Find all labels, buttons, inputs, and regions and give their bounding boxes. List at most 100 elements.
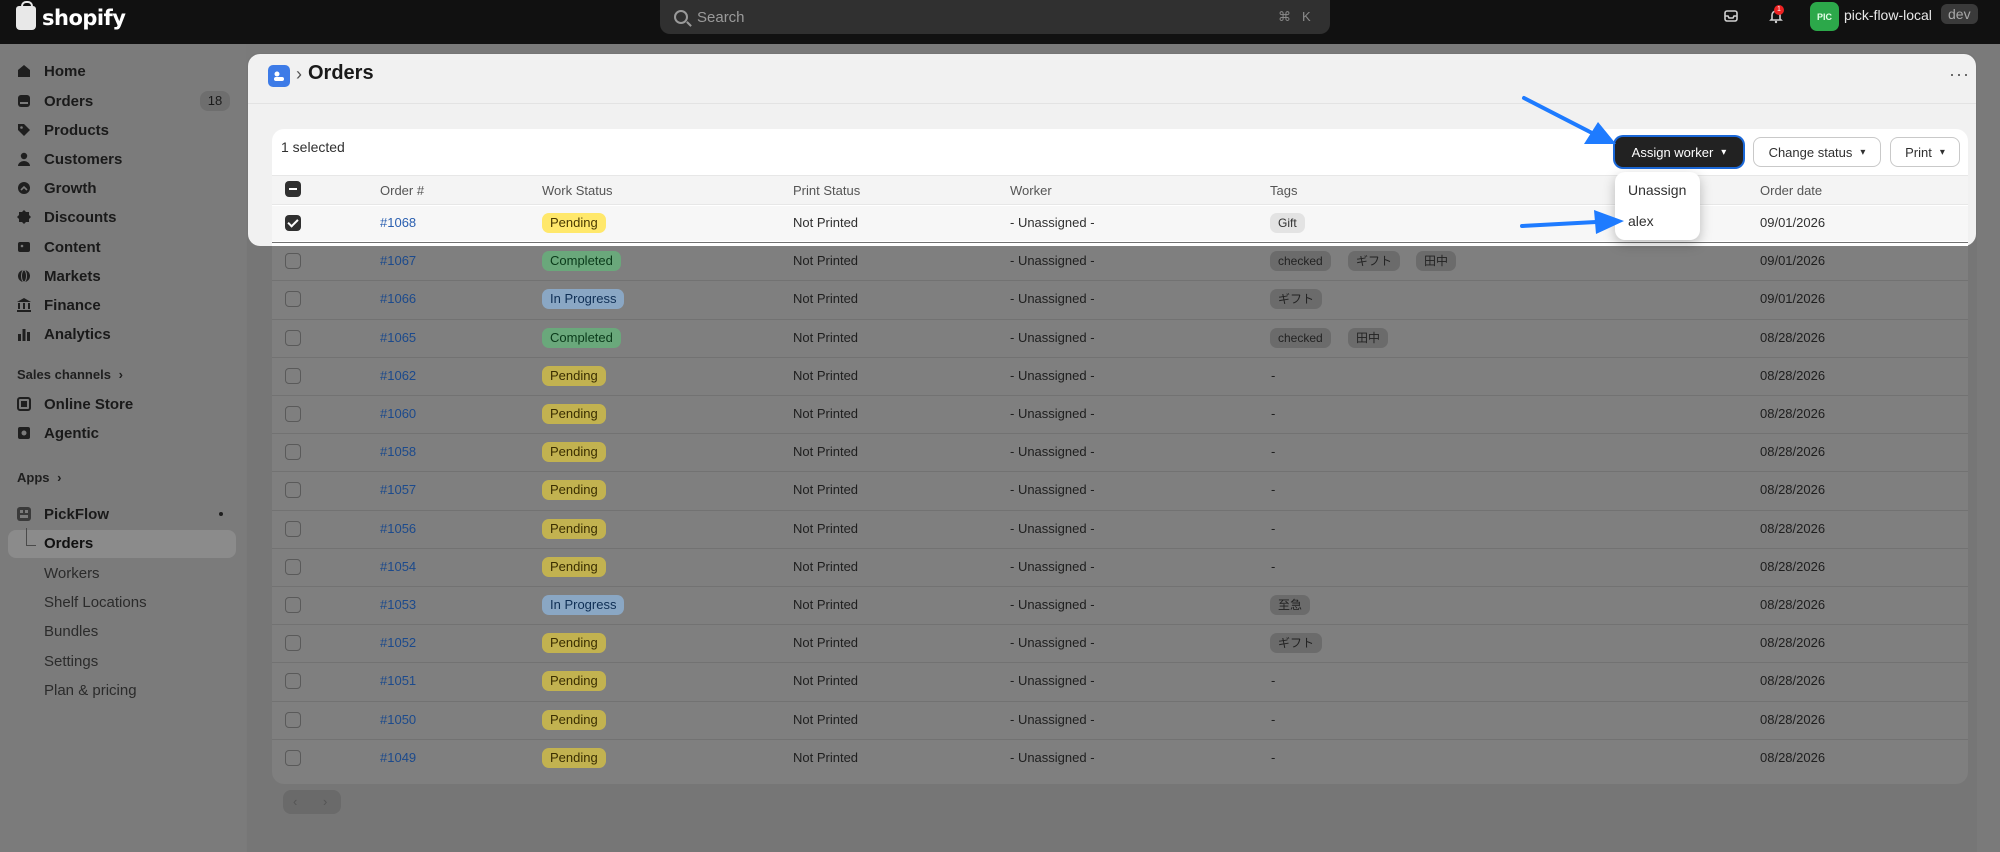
worker-value: - Unassigned - xyxy=(1010,712,1095,727)
sidebar-item-products[interactable]: Products xyxy=(16,118,109,142)
print-button[interactable]: Print ▾ xyxy=(1890,137,1960,167)
order-link[interactable]: #1051 xyxy=(380,673,416,688)
order-link[interactable]: #1050 xyxy=(380,712,416,727)
order-date: 08/28/2026 xyxy=(1760,444,1826,459)
row-checkbox[interactable] xyxy=(285,635,301,651)
dev-badge: dev xyxy=(1941,4,1978,24)
sidebar-item-label: Content xyxy=(44,238,101,256)
row-checkbox[interactable] xyxy=(285,521,301,537)
worker-value: - Unassigned - xyxy=(1010,750,1095,765)
sidebar-subitem-orders[interactable]: Orders xyxy=(44,535,93,552)
tag-icon xyxy=(16,122,32,138)
order-link[interactable]: #1057 xyxy=(380,482,416,497)
column-header-order-date[interactable]: Order date xyxy=(1760,183,1822,198)
row-checkbox[interactable] xyxy=(285,597,301,613)
row-checkbox[interactable] xyxy=(285,444,301,460)
order-link[interactable]: #1058 xyxy=(380,444,416,459)
store-avatar[interactable]: PIC xyxy=(1810,2,1839,31)
order-link[interactable]: #1065 xyxy=(380,330,416,345)
order-date: 08/28/2026 xyxy=(1760,406,1826,421)
column-header-tags[interactable]: Tags xyxy=(1270,183,1297,198)
sidebar-item-customers[interactable]: Customers xyxy=(16,147,122,171)
search-bar[interactable]: Search ⌘ K xyxy=(660,0,1330,34)
order-link[interactable]: #1054 xyxy=(380,559,416,574)
row-checkbox[interactable] xyxy=(285,482,301,498)
column-header-work-status[interactable]: Work Status xyxy=(542,183,613,198)
sidebar-item-discounts[interactable]: Discounts xyxy=(16,205,117,229)
order-link[interactable]: #1060 xyxy=(380,406,416,421)
shopify-logo[interactable]: shopify xyxy=(16,1,126,30)
row-checkbox[interactable] xyxy=(285,291,301,307)
row-checkbox[interactable] xyxy=(285,673,301,689)
tag-chip: ギフト xyxy=(1270,633,1323,653)
row-checkbox[interactable] xyxy=(285,406,301,422)
row-checkbox[interactable] xyxy=(285,750,301,766)
more-actions-icon[interactable]: ··· xyxy=(1949,64,1970,85)
column-header-order[interactable]: Order # xyxy=(380,183,424,198)
order-link[interactable]: #1056 xyxy=(380,521,416,536)
tag-chip: checked xyxy=(1270,328,1331,348)
order-date: 08/28/2026 xyxy=(1760,597,1826,612)
row-checkbox[interactable] xyxy=(285,330,301,346)
order-link[interactable]: #1053 xyxy=(380,597,416,612)
order-date: 08/28/2026 xyxy=(1760,635,1826,650)
sidebar-subitem-shelf-locations[interactable]: Shelf Locations xyxy=(44,594,147,611)
sidebar-item-online-store[interactable]: Online Store xyxy=(16,392,133,416)
work-status-badge: Pending xyxy=(542,442,606,462)
empty-tags: - xyxy=(1271,444,1276,459)
select-all-checkbox[interactable] xyxy=(285,181,301,197)
sidebar-item-analytics[interactable]: Analytics xyxy=(16,322,111,346)
order-link[interactable]: #1067 xyxy=(380,253,416,268)
column-header-print-status[interactable]: Print Status xyxy=(793,183,860,198)
store-name[interactable]: pick-flow-local xyxy=(1844,7,1932,23)
next-page-icon[interactable]: › xyxy=(323,794,327,809)
row-checkbox[interactable] xyxy=(285,253,301,269)
row-checkbox[interactable] xyxy=(285,559,301,575)
order-link[interactable]: #1068 xyxy=(380,215,416,230)
sidebar-item-home[interactable]: Home xyxy=(16,59,86,83)
previous-page-icon[interactable]: ‹ xyxy=(293,794,297,809)
shopping-bag-icon xyxy=(16,1,36,30)
sidebar-item-agentic[interactable]: Agentic xyxy=(16,421,99,445)
sidebar-item-growth[interactable]: Growth xyxy=(16,176,97,200)
order-link[interactable]: #1066 xyxy=(380,291,416,306)
sidebar-subitem-settings[interactable]: Settings xyxy=(44,653,98,670)
worker-value: - Unassigned - xyxy=(1010,215,1095,230)
worker-value: - Unassigned - xyxy=(1010,253,1095,268)
apps-heading[interactable]: Apps › xyxy=(17,470,61,485)
sales-channels-heading[interactable]: Sales channels › xyxy=(17,367,123,382)
change-status-button[interactable]: Change status ▾ xyxy=(1753,137,1881,167)
inbox-icon[interactable] xyxy=(1721,6,1741,26)
pin-dot-icon[interactable] xyxy=(219,512,223,516)
pickflow-app-icon[interactable] xyxy=(268,65,290,87)
sidebar-item-markets[interactable]: Markets xyxy=(16,264,101,288)
order-link[interactable]: #1049 xyxy=(380,750,416,765)
sidebar-item-content[interactable]: Content xyxy=(16,235,101,259)
agentic-icon xyxy=(16,425,32,441)
print-status: Not Printed xyxy=(793,444,859,459)
tag-chip: 田中 xyxy=(1348,328,1389,348)
column-header-worker[interactable]: Worker xyxy=(1010,183,1052,198)
sidebar-item-label: Growth xyxy=(44,179,97,197)
assign-worker-button[interactable]: Assign worker ▾ xyxy=(1615,137,1743,167)
sidebar-item-finance[interactable]: Finance xyxy=(16,293,101,317)
sidebar-item-label: Finance xyxy=(44,296,101,314)
order-link[interactable]: #1052 xyxy=(380,635,416,650)
dropdown-item-alex[interactable]: alex xyxy=(1628,213,1654,229)
row-checkbox[interactable] xyxy=(285,215,301,231)
dropdown-item-unassign[interactable]: Unassign xyxy=(1628,182,1686,198)
row-checkbox[interactable] xyxy=(285,712,301,728)
order-date: 08/28/2026 xyxy=(1760,712,1826,727)
sidebar-item-label: PickFlow xyxy=(44,505,110,523)
sidebar-item-orders[interactable]: Orders xyxy=(16,89,93,113)
row-checkbox[interactable] xyxy=(285,368,301,384)
work-status-badge: Completed xyxy=(542,328,621,348)
sidebar-subitem-bundles[interactable]: Bundles xyxy=(44,623,98,640)
row-divider xyxy=(272,548,1968,549)
sidebar-item-pickflow[interactable]: PickFlow xyxy=(16,502,109,526)
row-divider xyxy=(272,739,1968,740)
print-status: Not Printed xyxy=(793,406,859,421)
sidebar-subitem-plan-pricing[interactable]: Plan & pricing xyxy=(44,682,137,699)
sidebar-subitem-workers[interactable]: Workers xyxy=(44,565,100,582)
order-link[interactable]: #1062 xyxy=(380,368,416,383)
